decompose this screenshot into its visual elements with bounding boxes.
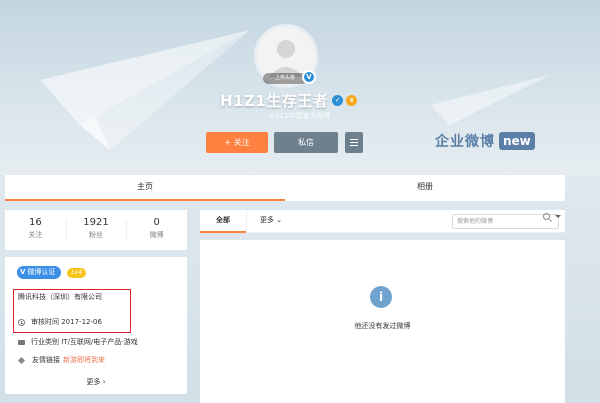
feed-tab-bar: 全部 更多 ⌄ 搜索他的微博 (200, 209, 565, 233)
profile-bio: H1Z1中国官方微博 (269, 112, 331, 120)
feed-tab-more[interactable]: 更多 ⌄ (246, 209, 295, 233)
weibo-verify-badge[interactable]: V 微博认证 (17, 266, 62, 279)
paper-plane-small-illustration (430, 75, 550, 125)
follow-button[interactable]: + 关注 (206, 132, 268, 153)
friend-link[interactable]: 新游即将到来 (63, 355, 105, 365)
more-info-link[interactable]: 更多 › (5, 377, 187, 387)
caret-down-icon[interactable] (555, 215, 561, 218)
friend-link-row: 友情链接 新游即将到来 (17, 355, 105, 365)
stat-posts[interactable]: 0 微博 (126, 210, 187, 250)
enterprise-label: 企业微博 (435, 134, 495, 150)
verify-v-icon: V (20, 268, 26, 276)
tab-album[interactable]: 相册 (285, 175, 565, 201)
audit-time-row: 审核时间 2017-12-06 (18, 317, 102, 327)
upload-avatar-label[interactable]: 上传头像 (263, 73, 307, 84)
profile-info-card: V 微博认证 Lv4 腾讯科技（深圳）有限公司 审核时间 2017-12-06 … (5, 257, 187, 394)
stat-value: 1921 (83, 217, 109, 228)
audit-time: 审核时间 2017-12-06 (31, 318, 102, 326)
industry: 行业类别 IT/互联网/电子产品-游戏 (31, 338, 138, 346)
profile-name: H1Z1生存王者 (220, 91, 329, 110)
stat-label: 粉丝 (89, 231, 103, 239)
search-icon[interactable] (543, 213, 550, 220)
briefcase-icon (18, 339, 25, 345)
stat-label: 关注 (28, 231, 43, 239)
clock-icon (18, 318, 25, 326)
enterprise-weibo-logo: 企业微博 new (435, 131, 535, 151)
friend-link-label: 友情链接 (32, 356, 60, 364)
industry-row: 行业类别 IT/互联网/电子产品-游戏 (18, 337, 138, 347)
enterprise-new-badge: new (499, 132, 535, 150)
stat-label: 微博 (149, 231, 164, 239)
stat-followers[interactable]: 1921 粉丝 (65, 210, 127, 250)
stats-card: 16 关注 1921 粉丝 0 微博 (5, 210, 187, 250)
profile-tab-bar: 主页 相册 (5, 175, 565, 201)
menu-icon (350, 139, 358, 146)
chevron-down-icon: ⌄ (276, 215, 283, 224)
verified-badge-icon[interactable]: ✓ (332, 94, 344, 106)
stat-following[interactable]: 16 关注 (5, 210, 66, 250)
profile-name-row: H1Z1生存王者 ✓ ♛ (220, 91, 358, 110)
verify-row: V 微博认证 Lv4 (17, 266, 87, 279)
level-badge-icon[interactable]: ♛ (346, 94, 358, 106)
verified-v-icon: V (302, 70, 316, 84)
stat-value: 0 (153, 217, 160, 228)
message-button[interactable]: 私信 (274, 132, 338, 153)
feed-empty-state: i 他还没有发过微博 (200, 240, 565, 403)
verify-label: 微博认证 (27, 268, 56, 276)
tab-home[interactable]: 主页 (5, 175, 285, 201)
feed-tab-all[interactable]: 全部 (200, 210, 246, 233)
feed-tab-more-label: 更多 (260, 215, 274, 224)
more-menu-button[interactable] (345, 132, 363, 153)
tag-icon (17, 356, 26, 364)
level-badge[interactable]: Lv4 (67, 267, 87, 278)
empty-message: 他还没有发过微博 (354, 322, 411, 330)
company-name: 腾讯科技（深圳）有限公司 (18, 293, 102, 301)
info-icon: i (370, 286, 392, 308)
stat-value: 16 (28, 217, 42, 228)
